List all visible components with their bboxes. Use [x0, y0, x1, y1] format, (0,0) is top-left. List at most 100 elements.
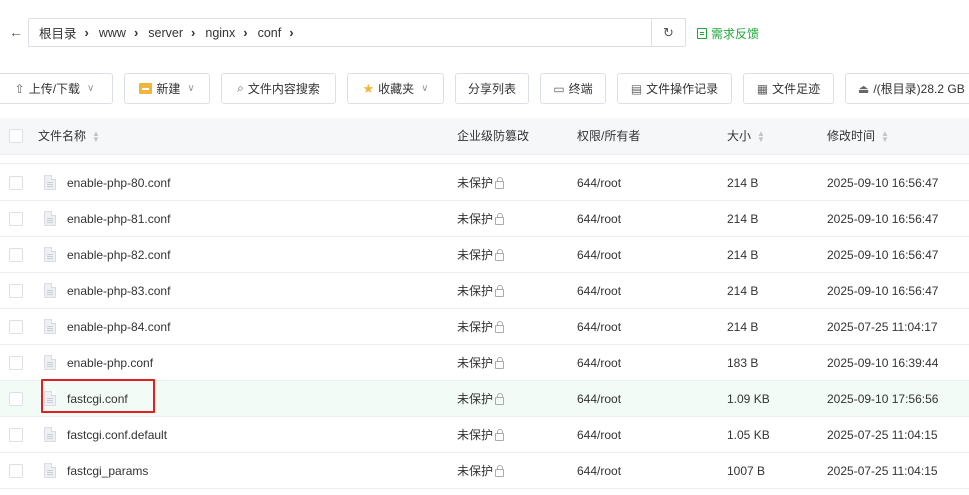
- favorites-button[interactable]: ★ 收藏夹 ∨: [347, 73, 444, 104]
- share-list-button[interactable]: 分享列表: [455, 73, 529, 104]
- chevron-right-icon: ›: [84, 25, 89, 40]
- operation-log-button[interactable]: ▤ 文件操作记录: [617, 73, 732, 104]
- breadcrumb-item[interactable]: nginx ›: [205, 25, 257, 40]
- new-folder-icon: [139, 83, 153, 94]
- arrow-left-icon[interactable]: ←: [4, 18, 28, 47]
- row-checkbox[interactable]: [9, 284, 23, 298]
- path-breadcrumb[interactable]: 根目录 › www › server › nginx › conf › ↻: [28, 18, 686, 47]
- row-checkbox[interactable]: [9, 428, 23, 442]
- file-icon: [44, 283, 56, 298]
- file-size: 214 B: [727, 248, 759, 262]
- modified-time: 2025-09-10 16:56:47: [827, 212, 939, 226]
- highlight-annotation-box: [41, 379, 155, 413]
- permission-owner[interactable]: 644/root: [577, 345, 621, 381]
- file-name[interactable]: enable-php-80.conf: [67, 165, 170, 201]
- refresh-icon[interactable]: ↻: [651, 19, 685, 46]
- column-mtime-header[interactable]: 修改时间 ▲ ▼: [827, 118, 889, 155]
- disk-selector-button[interactable]: ⏏ /(根目录)28.2 GB: [845, 73, 969, 104]
- permission-owner[interactable]: 644/root: [577, 273, 621, 309]
- unlock-icon: [495, 177, 505, 189]
- footprint-icon: ▦: [756, 81, 769, 96]
- chevron-right-icon: ›: [133, 25, 139, 40]
- breadcrumb-item[interactable]: server ›: [148, 25, 205, 40]
- unlock-icon: [495, 357, 505, 369]
- file-name[interactable]: enable-php-83.conf: [67, 273, 170, 309]
- tamper-status[interactable]: 未保护: [457, 309, 505, 345]
- content-search-button[interactable]: ⌕ 文件内容搜索: [221, 73, 336, 104]
- tamper-status[interactable]: 未保护: [457, 453, 505, 489]
- row-checkbox[interactable]: [9, 212, 23, 226]
- column-size-header[interactable]: 大小 ▲ ▼: [727, 118, 765, 155]
- file-footprint-button[interactable]: ▦ 文件足迹: [743, 73, 834, 104]
- file-name[interactable]: enable-php.conf: [67, 345, 153, 381]
- row-checkbox[interactable]: [9, 392, 23, 406]
- address-bar: ← 根目录 › www › server › nginx › conf › ↻ 需求反馈: [0, 18, 969, 47]
- row-checkbox[interactable]: [9, 320, 23, 334]
- table-row[interactable]: enable-php-80.conf 未保护 644/root 214 B 20…: [0, 165, 969, 201]
- permission-owner[interactable]: 644/root: [577, 381, 621, 417]
- row-checkbox[interactable]: [9, 248, 23, 262]
- star-icon: ★: [362, 80, 375, 96]
- new-button[interactable]: 新建 ∨: [124, 73, 210, 104]
- column-tamper-header: 企业级防篡改: [457, 129, 530, 143]
- unlock-icon: [495, 429, 505, 441]
- file-size: 183 B: [727, 356, 759, 370]
- file-name[interactable]: fastcgi.conf.default: [67, 417, 167, 453]
- unlock-icon: [495, 249, 505, 261]
- breadcrumb-item[interactable]: conf ›: [258, 25, 304, 40]
- breadcrumb-item[interactable]: www ›: [99, 25, 148, 40]
- file-size: 214 B: [727, 176, 759, 190]
- permission-owner[interactable]: 644/root: [577, 453, 621, 489]
- unlock-icon: [495, 393, 505, 405]
- breadcrumb-item[interactable]: 根目录 ›: [39, 23, 99, 42]
- sort-icon: ▲ ▼: [92, 128, 100, 144]
- row-checkbox[interactable]: [9, 176, 23, 190]
- column-name-header[interactable]: 文件名称 ▲ ▼: [38, 118, 100, 155]
- file-size: 1.05 KB: [727, 428, 770, 442]
- chevron-right-icon: ›: [243, 25, 248, 40]
- file-name[interactable]: enable-php-82.conf: [67, 237, 170, 273]
- terminal-button[interactable]: ▭ 终端: [540, 73, 606, 104]
- tamper-status[interactable]: 未保护: [457, 273, 505, 309]
- tamper-status[interactable]: 未保护: [457, 201, 505, 237]
- tamper-status[interactable]: 未保护: [457, 417, 505, 453]
- table-row[interactable]: enable-php-81.conf 未保护 644/root 214 B 20…: [0, 201, 969, 237]
- log-icon: ▤: [630, 81, 643, 96]
- feedback-icon: [697, 28, 707, 39]
- search-icon: ⌕: [237, 81, 244, 95]
- row-checkbox[interactable]: [9, 464, 23, 478]
- permission-owner[interactable]: 644/root: [577, 309, 621, 345]
- table-row[interactable]: [0, 155, 969, 164]
- permission-owner[interactable]: 644/root: [577, 417, 621, 453]
- permission-owner[interactable]: 644/root: [577, 165, 621, 201]
- unlock-icon: [495, 465, 505, 477]
- sort-icon: ▲ ▼: [881, 128, 889, 144]
- table-row[interactable]: fastcgi_params 未保护 644/root 1007 B 2025-…: [0, 453, 969, 489]
- file-name[interactable]: enable-php-84.conf: [67, 309, 170, 345]
- tamper-status[interactable]: 未保护: [457, 237, 505, 273]
- row-checkbox[interactable]: [9, 356, 23, 370]
- table-row[interactable]: enable-php.conf 未保护 644/root 183 B 2025-…: [0, 345, 969, 381]
- file-size: 214 B: [727, 212, 759, 226]
- file-name[interactable]: fastcgi_params: [67, 453, 148, 489]
- tamper-status[interactable]: 未保护: [457, 165, 505, 201]
- table-row[interactable]: fastcgi.conf.default 未保护 644/root 1.05 K…: [0, 417, 969, 453]
- table-row[interactable]: enable-php-84.conf 未保护 644/root 214 B 20…: [0, 309, 969, 345]
- file-icon: [44, 175, 56, 190]
- file-name[interactable]: enable-php-81.conf: [67, 201, 170, 237]
- unlock-icon: [495, 213, 505, 225]
- file-icon: [44, 463, 56, 478]
- table-row[interactable]: enable-php-82.conf 未保护 644/root 214 B 20…: [0, 237, 969, 273]
- feedback-link[interactable]: 需求反馈: [697, 25, 759, 42]
- tamper-status[interactable]: 未保护: [457, 345, 505, 381]
- upload-icon: ⇧: [14, 81, 25, 96]
- tamper-status[interactable]: 未保护: [457, 381, 505, 417]
- upload-download-button[interactable]: ⇧ 上传/下载 ∨: [0, 73, 113, 104]
- table-row[interactable]: enable-php-83.conf 未保护 644/root 214 B 20…: [0, 273, 969, 309]
- chevron-down-icon: ∨: [421, 83, 429, 94]
- permission-owner[interactable]: 644/root: [577, 201, 621, 237]
- select-all-checkbox[interactable]: [9, 129, 23, 143]
- chevron-down-icon: ∨: [187, 83, 195, 94]
- permission-owner[interactable]: 644/root: [577, 237, 621, 273]
- file-icon: [44, 319, 56, 334]
